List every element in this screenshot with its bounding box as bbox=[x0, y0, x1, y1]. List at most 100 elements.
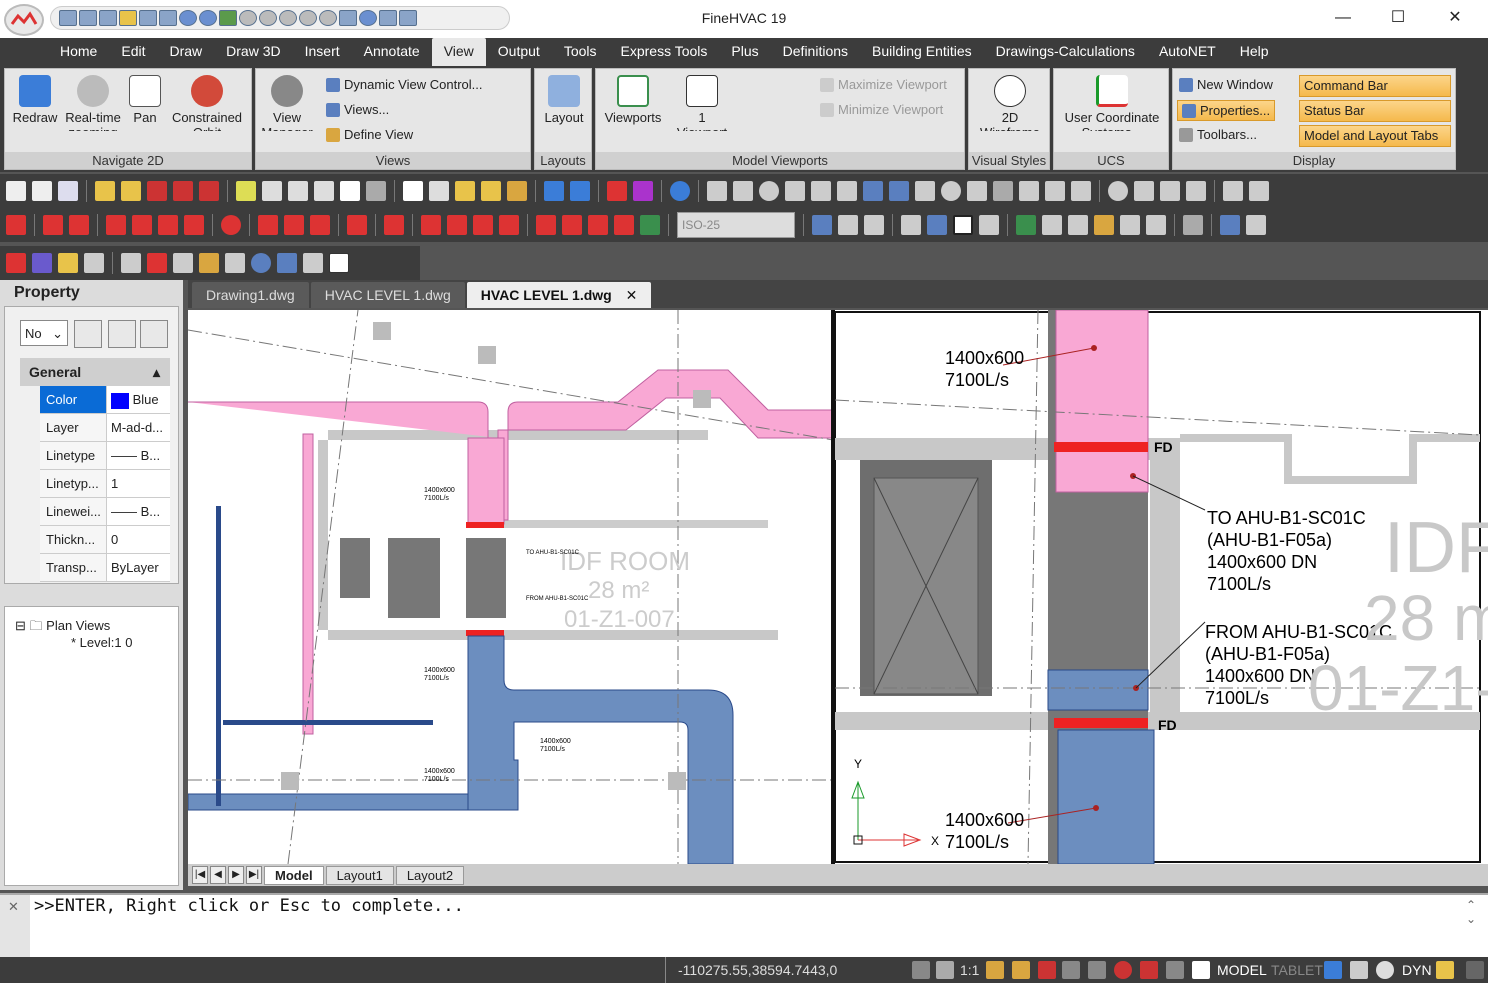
menu-plus[interactable]: Plus bbox=[719, 38, 770, 66]
right-viewport[interactable]: 1400x600 7100L/s FD FD TO AHU-B1-SC01C (… bbox=[834, 310, 1488, 864]
realtime-zoom-button[interactable]: Real-time zooming bbox=[61, 75, 125, 131]
document-icon[interactable] bbox=[58, 181, 78, 201]
insert-icon[interactable] bbox=[1016, 215, 1036, 235]
ortho-icon[interactable] bbox=[1088, 961, 1106, 979]
layers-icon[interactable] bbox=[1120, 215, 1140, 235]
dynamic-view-control-button[interactable]: Dynamic View Control... bbox=[326, 77, 482, 92]
tab-layout2[interactable]: Layout2 bbox=[395, 865, 465, 885]
tab-model[interactable]: Model bbox=[264, 865, 324, 885]
property-row-linetype[interactable]: Linetype —— B... bbox=[40, 442, 170, 470]
views-button[interactable]: Views... bbox=[326, 102, 389, 117]
close-button[interactable]: ✕ bbox=[1432, 6, 1478, 30]
auto-scale-icon[interactable] bbox=[1012, 961, 1030, 979]
menu-edit[interactable]: Edit bbox=[109, 38, 157, 66]
property-row-layer[interactable]: Layer M-ad-d... bbox=[40, 414, 170, 442]
paste-special-icon[interactable] bbox=[481, 181, 501, 201]
property-row-color[interactable]: Color Blue bbox=[40, 386, 170, 414]
redraw-button[interactable]: Redraw bbox=[9, 75, 61, 125]
property-value[interactable]: —— B... bbox=[106, 498, 170, 525]
arrow-icon[interactable] bbox=[864, 215, 884, 235]
menu-definitions[interactable]: Definitions bbox=[771, 38, 860, 66]
grille-icon[interactable] bbox=[284, 215, 304, 235]
move-icon[interactable] bbox=[277, 253, 297, 273]
polyline-icon[interactable] bbox=[1134, 181, 1154, 201]
dyn-toggle[interactable]: DYN bbox=[1402, 962, 1432, 978]
property-value[interactable]: M-ad-d... bbox=[106, 414, 170, 441]
connect-icon[interactable] bbox=[384, 215, 404, 235]
calc-1-icon[interactable] bbox=[536, 215, 556, 235]
tab-layout1[interactable]: Layout1 bbox=[325, 865, 394, 885]
match-properties-icon[interactable] bbox=[507, 181, 527, 201]
eraser-icon[interactable] bbox=[1183, 215, 1203, 235]
paste-icon[interactable] bbox=[455, 181, 475, 201]
menu-autonet[interactable]: AutoNET bbox=[1147, 38, 1228, 66]
left-viewport[interactable]: 1400x600 7100L/s IDF ROOM 28 m² 01-Z1-00… bbox=[188, 310, 834, 864]
menu-building-entities[interactable]: Building Entities bbox=[860, 38, 984, 66]
tab-drawing1[interactable]: Drawing1.dwg bbox=[192, 282, 309, 308]
warning-icon[interactable] bbox=[58, 253, 78, 273]
plot-icon[interactable] bbox=[262, 181, 282, 201]
annotation-icon[interactable] bbox=[936, 961, 954, 979]
region-icon[interactable] bbox=[1071, 181, 1091, 201]
calc-4-icon[interactable] bbox=[614, 215, 634, 235]
annotation-scale[interactable]: 1:1 bbox=[960, 962, 979, 978]
revcloud-icon[interactable] bbox=[967, 181, 987, 201]
table-icon[interactable] bbox=[812, 215, 832, 235]
annotation-visibility-icon[interactable] bbox=[986, 961, 1004, 979]
property-value[interactable]: —— B... bbox=[106, 442, 170, 469]
unit-1-icon[interactable] bbox=[421, 215, 441, 235]
clean-screen-icon[interactable] bbox=[1376, 961, 1394, 979]
block-icon[interactable] bbox=[1045, 181, 1065, 201]
property-value[interactable]: 1 bbox=[106, 470, 170, 497]
last-tab-button[interactable]: ▶| bbox=[246, 866, 262, 884]
duct-elbow-icon[interactable] bbox=[69, 215, 89, 235]
settings-icon[interactable] bbox=[1324, 961, 1342, 979]
line-tool-icon[interactable] bbox=[121, 253, 141, 273]
new-window-button[interactable]: New Window bbox=[1179, 77, 1273, 92]
menu-help[interactable]: Help bbox=[1228, 38, 1281, 66]
unit-2-icon[interactable] bbox=[447, 215, 467, 235]
clock-icon[interactable] bbox=[759, 181, 779, 201]
minimize-viewport-button[interactable]: Minimize Viewport bbox=[820, 102, 943, 117]
status-bar-toggle[interactable]: Status Bar bbox=[1299, 100, 1451, 122]
drawing-canvas[interactable]: 1400x600 7100L/s IDF ROOM 28 m² 01-Z1-00… bbox=[188, 310, 1488, 864]
rectangle-icon[interactable] bbox=[785, 181, 805, 201]
preview-icon[interactable] bbox=[288, 181, 308, 201]
frame-icon[interactable] bbox=[953, 215, 973, 235]
layer-stack-icon[interactable] bbox=[993, 181, 1013, 201]
property-value[interactable]: ByLayer bbox=[106, 554, 170, 581]
ellipse-icon[interactable] bbox=[941, 181, 961, 201]
save-red-icon[interactable] bbox=[147, 181, 167, 201]
pan-button[interactable]: Pan bbox=[127, 75, 163, 125]
text-tool-icon[interactable] bbox=[329, 253, 349, 273]
user-coordinate-systems-button[interactable]: User Coordinate Systems... bbox=[1058, 75, 1166, 131]
diffuser-icon[interactable] bbox=[258, 215, 278, 235]
polar-icon[interactable] bbox=[1114, 961, 1132, 979]
attach-icon[interactable] bbox=[1094, 215, 1114, 235]
fire-icon[interactable] bbox=[6, 253, 26, 273]
command-bar-toggle[interactable]: Command Bar bbox=[1299, 75, 1451, 97]
menu-drawings-calculations[interactable]: Drawings-Calculations bbox=[984, 38, 1147, 66]
menu-annotate[interactable]: Annotate bbox=[352, 38, 432, 66]
save-rcs-icon[interactable] bbox=[173, 181, 193, 201]
command-scroll[interactable]: ⌃ ⌄ bbox=[1466, 898, 1476, 926]
model-toggle[interactable]: MODEL bbox=[1217, 962, 1267, 978]
property-row-thickness[interactable]: Thickn... 0 bbox=[40, 526, 170, 554]
snap-icon[interactable] bbox=[1038, 961, 1056, 979]
tablet-toggle[interactable]: TABLET bbox=[1271, 962, 1323, 978]
first-tab-button[interactable]: |◀ bbox=[192, 866, 208, 884]
spellcheck-icon[interactable] bbox=[340, 181, 360, 201]
calculator-icon[interactable] bbox=[1246, 215, 1266, 235]
image-icon[interactable] bbox=[1068, 215, 1088, 235]
folder-icon[interactable] bbox=[121, 181, 141, 201]
layout-button[interactable]: Layout bbox=[537, 75, 591, 125]
circle-icon[interactable] bbox=[1108, 181, 1128, 201]
duct-rect-icon[interactable] bbox=[6, 215, 26, 235]
property-value[interactable]: Blue bbox=[106, 386, 170, 413]
delete-icon[interactable] bbox=[607, 181, 627, 201]
menu-home[interactable]: Home bbox=[48, 38, 109, 66]
measure-icon[interactable] bbox=[733, 181, 753, 201]
tree-item-level[interactable]: * Level:1 0 bbox=[71, 635, 132, 650]
globe-icon[interactable] bbox=[251, 253, 271, 273]
split-icon[interactable] bbox=[347, 215, 367, 235]
